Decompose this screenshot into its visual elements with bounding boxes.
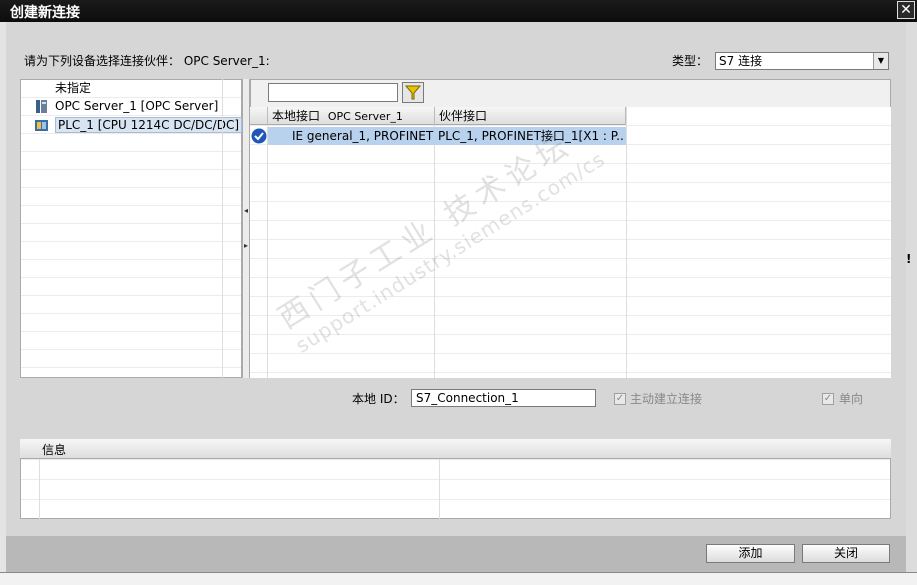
cell-local-interface: IE general_1, PROFINET i...	[292, 129, 434, 143]
dropdown-arrow-icon[interactable]: ▼	[873, 53, 888, 69]
filter-input[interactable]	[268, 83, 398, 102]
partner-prompt: 请为下列设备选择连接伙伴： OPC Server_1:	[24, 54, 270, 68]
local-id-label: 本地 ID：	[352, 392, 405, 406]
tree-divider	[222, 79, 223, 378]
type-select[interactable]: S7 连接 ▼	[715, 52, 889, 70]
type-select-value: S7 连接	[719, 54, 763, 68]
add-button[interactable]: 添加	[706, 544, 795, 563]
active-connect-label: 主动建立连接	[630, 392, 703, 406]
background-app-bottom	[0, 572, 917, 585]
filter-button[interactable]	[402, 82, 424, 103]
panel-splitter[interactable]: ◂ ▸	[242, 79, 250, 378]
filter-icon	[404, 85, 422, 100]
grid-col-line	[267, 107, 268, 378]
grid-header-local-sub: OPC Server_1	[327, 110, 403, 123]
grid-header-local[interactable]: 本地接口 OPC Server_1	[268, 107, 435, 125]
window-title: 创建新连接	[10, 5, 80, 21]
device-tree[interactable]: 未指定 OPC Server_1 [OPC Server] PLC_1 [CPU…	[20, 79, 243, 378]
info-header-label: 信息	[42, 443, 67, 457]
background-app-right	[906, 22, 917, 584]
background-app-fragment: !	[906, 252, 912, 266]
info-header: 信息	[20, 439, 891, 459]
close-icon[interactable]: ✕	[897, 1, 915, 19]
expand-right-icon[interactable]: ▸	[243, 239, 249, 253]
plc-icon	[35, 120, 48, 131]
tree-item-label: PLC_1 [CPU 1214C DC/DC/DC]	[55, 117, 243, 133]
check-icon	[251, 128, 267, 144]
active-connect-checkbox[interactable]: ✓	[614, 393, 626, 405]
one-way-label: 单向	[839, 392, 864, 406]
grid-header-partner-label: 伙伴接口	[439, 109, 488, 123]
grid-col-line	[434, 107, 435, 378]
one-way-checkbox[interactable]: ✓	[822, 393, 834, 405]
grid-header-local-label: 本地接口	[272, 109, 321, 123]
tree-item-label: OPC Server_1 [OPC Server]	[55, 99, 219, 113]
collapse-left-icon[interactable]: ◂	[243, 204, 249, 218]
tree-item-unspecified[interactable]: 未指定	[55, 80, 91, 97]
pc-station-icon	[36, 100, 47, 113]
local-id-input[interactable]: S7_Connection_1	[411, 389, 596, 407]
grid-header-partner[interactable]: 伙伴接口	[435, 107, 626, 125]
interface-grid[interactable]	[250, 107, 891, 378]
close-button[interactable]: 关闭	[802, 544, 890, 563]
title-bar	[0, 0, 917, 22]
table-row[interactable]: IE general_1, PROFINET i... PLC_1, PROFI…	[268, 127, 626, 145]
tree-item-label: 未指定	[55, 81, 92, 95]
type-label: 类型：	[672, 54, 709, 68]
grid-col-line	[626, 107, 627, 378]
grid-header: 本地接口 OPC Server_1 伙伴接口	[250, 107, 626, 125]
grid-header-blank	[250, 107, 268, 125]
tree-item-plc[interactable]: PLC_1 [CPU 1214C DC/DC/DC]	[35, 117, 243, 134]
cell-partner-interface: PLC_1, PROFINET接口_1[X1 : P...	[438, 129, 624, 143]
tree-item-opc-server[interactable]: OPC Server_1 [OPC Server]	[35, 98, 218, 115]
